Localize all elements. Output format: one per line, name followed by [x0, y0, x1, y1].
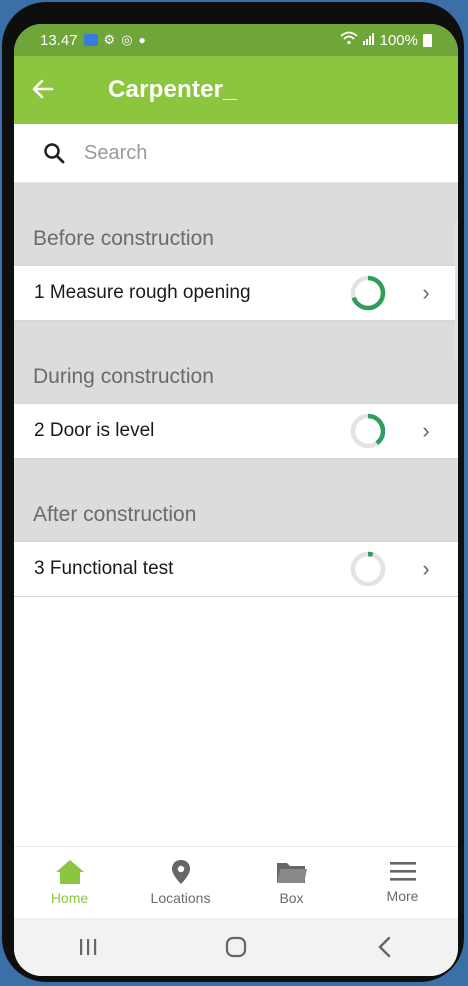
location-pin-icon [171, 860, 190, 884]
search-icon [40, 139, 68, 167]
home-circle-icon [225, 936, 247, 958]
nav-box[interactable]: Box [236, 847, 347, 919]
list-item[interactable]: 3 Functional test › [14, 541, 458, 597]
home-system-button[interactable] [206, 927, 266, 967]
section-header: After construction [14, 459, 458, 541]
status-left: 13.47 ⚙ ◎ ● [40, 32, 146, 49]
list-item-label: 3 Functional test [34, 558, 174, 579]
sync-notification-icon: ◎ [121, 32, 133, 47]
status-bar: 13.47 ⚙ ◎ ● 100% [14, 24, 458, 56]
home-icon [55, 860, 84, 884]
section-title: After construction [33, 503, 197, 526]
app-bar: Carpenter_ [14, 56, 458, 124]
progress-ring-track [350, 551, 386, 587]
wifi-icon [340, 31, 358, 49]
section-header: During construction [14, 321, 458, 403]
back-button[interactable] [32, 77, 80, 103]
back-system-button[interactable] [354, 927, 414, 967]
chevron-left-icon [378, 936, 391, 958]
screen: 13.47 ⚙ ◎ ● 100% Carpenter_ Search Befor… [14, 24, 458, 976]
system-navigation-bar [14, 918, 458, 976]
nav-locations[interactable]: Locations [125, 847, 236, 919]
chevron-right-icon: › [422, 280, 430, 305]
battery-icon [423, 33, 432, 47]
recent-apps-icon [80, 939, 97, 955]
nav-more[interactable]: More [347, 847, 458, 919]
battery-percent: 100% [379, 31, 418, 49]
app-notification-icon [83, 34, 98, 46]
recent-apps-button[interactable] [58, 927, 118, 967]
section-title: During construction [33, 365, 214, 388]
settings-notification-icon: ⚙ [103, 32, 116, 47]
search-input[interactable]: Search [84, 142, 147, 165]
nav-home[interactable]: Home [14, 847, 125, 919]
page-title: Carpenter_ [108, 76, 237, 103]
nav-label: Box [279, 890, 304, 906]
list-item[interactable]: 1 Measure rough opening › [14, 265, 458, 321]
arrow-left-icon [32, 79, 54, 99]
bottom-navigation: Home Locations Box More [14, 846, 458, 919]
signal-icon [362, 32, 375, 49]
list-item[interactable]: 2 Door is level › [14, 403, 458, 459]
chevron-right-icon: › [422, 556, 430, 581]
more-notifications-dot-icon: ● [138, 33, 146, 47]
progress-ring [350, 275, 386, 311]
checklist: Before construction 1 Measure rough open… [14, 183, 458, 597]
nav-label: More [386, 888, 419, 904]
scrollbar[interactable] [455, 220, 458, 360]
progress-ring [350, 551, 386, 587]
status-right: 100% [340, 31, 432, 49]
phone-frame: 13.47 ⚙ ◎ ● 100% Carpenter_ Search Befor… [2, 2, 464, 982]
section-header: Before construction [14, 183, 458, 265]
nav-label: Locations [150, 890, 211, 906]
list-item-label: 1 Measure rough opening [34, 282, 251, 303]
nav-label: Home [50, 890, 89, 906]
section-title: Before construction [33, 227, 214, 250]
list-item-label: 2 Door is level [34, 420, 155, 441]
progress-ring [350, 413, 386, 449]
folder-icon [276, 863, 307, 883]
status-time: 13.47 [40, 31, 78, 49]
menu-icon [389, 862, 416, 881]
chevron-right-icon: › [422, 418, 430, 443]
search-bar[interactable]: Search [14, 124, 458, 183]
